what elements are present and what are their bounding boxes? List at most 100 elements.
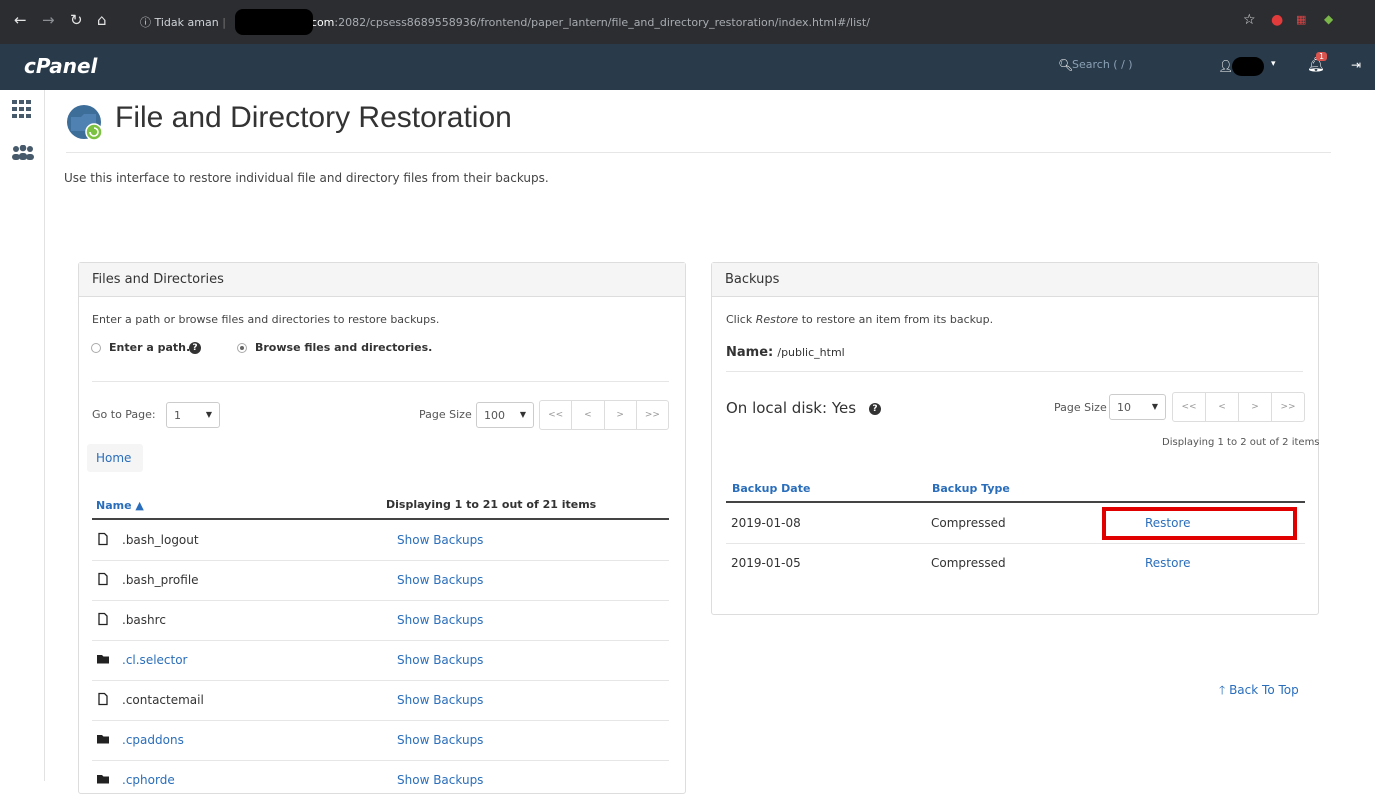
- backups-instruction: Click Restore to restore an item from it…: [726, 313, 994, 326]
- table-row: .cpaddons Show Backups: [79, 720, 667, 760]
- files-pager: << < > >>: [539, 400, 669, 430]
- browser-toolbar: ← → ↻ ⌂ ⓘ Tidak aman | .com:2082/cpsess8…: [0, 0, 1375, 44]
- backups-page-size-select[interactable]: 10 ▼: [1109, 394, 1166, 420]
- extension-icon[interactable]: ●: [1271, 12, 1283, 28]
- show-backups-link[interactable]: Show Backups: [397, 653, 483, 667]
- folder-icon: [97, 735, 109, 744]
- help-icon[interactable]: ?: [189, 342, 201, 354]
- chevron-down-icon: ▼: [1151, 402, 1158, 411]
- breadcrumb-home-link[interactable]: Home: [96, 451, 131, 465]
- help-icon[interactable]: ?: [869, 403, 881, 415]
- redacted-username: [1232, 57, 1264, 76]
- table-row: .cphorde Show Backups: [79, 760, 667, 800]
- forward-arrow-icon[interactable]: →: [42, 11, 55, 29]
- backups-panel-header: Backups: [712, 263, 1318, 297]
- restore-link[interactable]: Restore: [1145, 556, 1191, 570]
- pager-first-button[interactable]: <<: [1173, 393, 1206, 421]
- pager-last-button[interactable]: >>: [637, 401, 668, 429]
- reload-icon[interactable]: ↻: [70, 11, 83, 29]
- backup-type: Compressed: [931, 556, 1006, 570]
- title-divider: [66, 152, 1331, 153]
- security-label: Tidak aman: [154, 16, 219, 29]
- radio-enter-path-label[interactable]: Enter a path.: [109, 341, 190, 354]
- radio-enter-path[interactable]: [91, 343, 101, 353]
- breadcrumb: Home: [87, 444, 143, 472]
- divider: [726, 371, 1303, 372]
- pager-next-button[interactable]: >: [605, 401, 637, 429]
- radio-browse-files[interactable]: [237, 343, 247, 353]
- backups-page-size-label: Page Size: [1054, 401, 1107, 414]
- go-to-page-select[interactable]: 1 ▼: [166, 402, 220, 428]
- extension-leaf-icon[interactable]: ◆: [1324, 12, 1333, 26]
- search-input[interactable]: Search ( / ): [1072, 58, 1133, 71]
- table-row: 2019-01-05 Compressed Restore: [712, 543, 1318, 583]
- pager-first-button[interactable]: <<: [540, 401, 573, 429]
- file-name[interactable]: .cpaddons: [122, 733, 184, 747]
- home-icon[interactable]: ⌂: [97, 11, 107, 29]
- file-name[interactable]: .cl.selector: [122, 653, 188, 667]
- file-name: .bash_logout: [122, 533, 199, 547]
- table-row: .bash_logout Show Backups: [79, 520, 667, 560]
- table-row: .cl.selector Show Backups: [79, 640, 667, 680]
- show-backups-link[interactable]: Show Backups: [397, 733, 483, 747]
- table-row: .contactemail Show Backups: [79, 680, 667, 720]
- user-menu-chevron-icon[interactable]: ▾: [1271, 59, 1276, 69]
- cpanel-header: cPanel 🔍︎ Search ( / ) 👤︎ ▾ 🔔︎ 1 ⇥: [0, 44, 1375, 90]
- info-icon: ⓘ: [140, 16, 151, 29]
- backup-date: 2019-01-08: [731, 516, 801, 530]
- back-to-top-link[interactable]: 🡑 Back To Top: [1219, 681, 1299, 702]
- go-to-page-label: Go to Page:: [92, 408, 156, 421]
- page-size-label: Page Size: [419, 408, 472, 421]
- restore-highlight-box: [1102, 507, 1297, 540]
- apps-grid-icon[interactable]: [12, 100, 32, 118]
- url-path: :2082/cpsess8689558936/frontend/paper_la…: [334, 16, 870, 29]
- logout-icon[interactable]: ⇥: [1351, 58, 1361, 72]
- search-icon: 🔍︎: [1058, 58, 1074, 72]
- files-panel-header: Files and Directories: [79, 263, 685, 297]
- cpanel-logo[interactable]: cPanel: [24, 54, 97, 78]
- pager-last-button[interactable]: >>: [1272, 393, 1304, 421]
- user-icon[interactable]: 👤︎: [1218, 59, 1233, 73]
- file-name[interactable]: .cphorde: [122, 773, 175, 787]
- bookmark-star-icon[interactable]: ☆: [1243, 12, 1256, 28]
- folder-icon: [97, 655, 109, 664]
- restoration-app-icon: [67, 105, 103, 141]
- notification-badge: 1: [1316, 52, 1328, 61]
- file-name: .contactemail: [122, 693, 204, 707]
- backup-date: 2019-01-05: [731, 556, 801, 570]
- page-title: File and Directory Restoration: [115, 101, 512, 134]
- pager-prev-button[interactable]: <: [572, 401, 605, 429]
- backup-type-column-header[interactable]: Backup Type: [932, 482, 1010, 495]
- file-icon: [98, 572, 108, 586]
- show-backups-link[interactable]: Show Backups: [397, 573, 483, 587]
- chevron-down-icon: ▼: [519, 410, 526, 419]
- back-arrow-icon[interactable]: ←: [14, 11, 27, 29]
- users-icon[interactable]: [11, 145, 35, 161]
- page-description: Use this interface to restore individual…: [64, 171, 549, 185]
- backups-panel-heading: Backups: [725, 272, 780, 287]
- show-backups-link[interactable]: Show Backups: [397, 533, 483, 547]
- files-displaying-count: Displaying 1 to 21 out of 21 items: [386, 498, 597, 511]
- backup-type: Compressed: [931, 516, 1006, 530]
- pager-next-button[interactable]: >: [1239, 393, 1272, 421]
- table-row: .bash_profile Show Backups: [79, 560, 667, 600]
- sidebar: [0, 90, 45, 781]
- page-size-select[interactable]: 100 ▼: [476, 402, 534, 428]
- backup-date-column-header[interactable]: Backup Date: [732, 482, 810, 495]
- name-column-header[interactable]: Name ▲: [96, 499, 144, 512]
- divider: [92, 381, 669, 382]
- redacted-host: [235, 9, 313, 35]
- pager-prev-button[interactable]: <: [1206, 393, 1239, 421]
- file-name: .bashrc: [122, 613, 166, 627]
- folder-icon: [97, 775, 109, 784]
- file-icon: [98, 692, 108, 706]
- arrow-up-icon: 🡑: [1219, 683, 1226, 697]
- show-backups-link[interactable]: Show Backups: [397, 773, 483, 787]
- backups-panel: Backups Click Restore to restore an item…: [711, 262, 1320, 615]
- files-instruction: Enter a path or browse files and directo…: [92, 313, 440, 326]
- extension-badge-icon[interactable]: ▦: [1296, 13, 1306, 26]
- radio-browse-files-label[interactable]: Browse files and directories.: [255, 341, 432, 354]
- show-backups-link[interactable]: Show Backups: [397, 693, 483, 707]
- chevron-down-icon: ▼: [205, 410, 212, 419]
- show-backups-link[interactable]: Show Backups: [397, 613, 483, 627]
